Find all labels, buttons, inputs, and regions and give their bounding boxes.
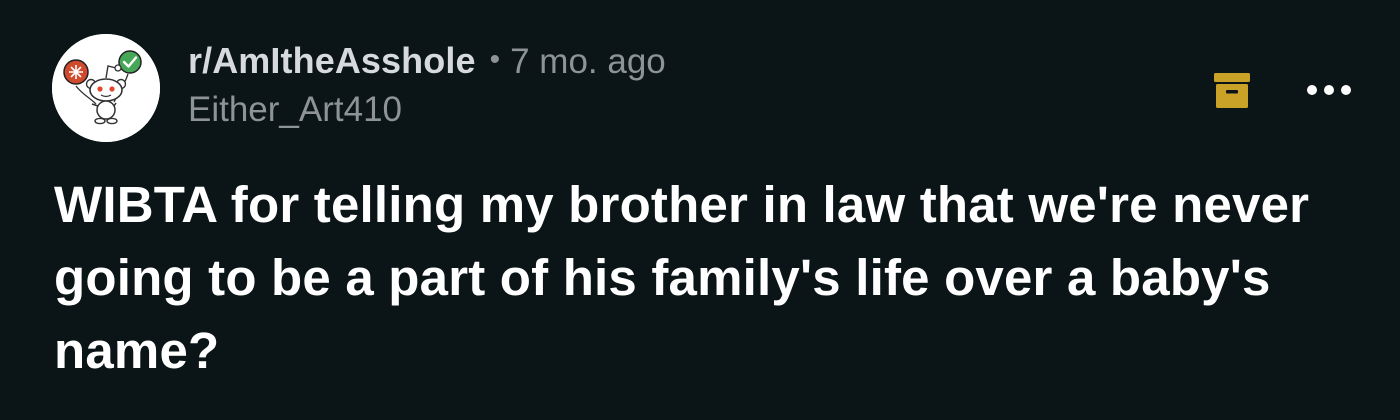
subreddit-avatar[interactable] xyxy=(52,34,160,142)
archive-box-icon xyxy=(1214,73,1250,108)
more-options-button[interactable] xyxy=(1306,78,1352,102)
post-actions xyxy=(1212,70,1352,110)
more-options-icon xyxy=(1307,85,1351,95)
meta-separator: • xyxy=(489,43,501,76)
post-title[interactable]: WIBTA for telling my brother in law that… xyxy=(54,168,1354,387)
post-header: r/AmItheAsshole • 7 mo. ago Either_Art41… xyxy=(52,34,1352,144)
snoo-icon xyxy=(52,34,160,142)
author-link[interactable]: Either_Art410 xyxy=(188,90,666,130)
post-meta: r/AmItheAsshole • 7 mo. ago Either_Art41… xyxy=(188,40,666,130)
subreddit-link[interactable]: r/AmItheAsshole xyxy=(188,40,476,82)
post-age: 7 mo. ago xyxy=(510,42,666,81)
post-meta-line: r/AmItheAsshole • 7 mo. ago xyxy=(188,40,666,88)
archive-button[interactable] xyxy=(1212,70,1252,110)
